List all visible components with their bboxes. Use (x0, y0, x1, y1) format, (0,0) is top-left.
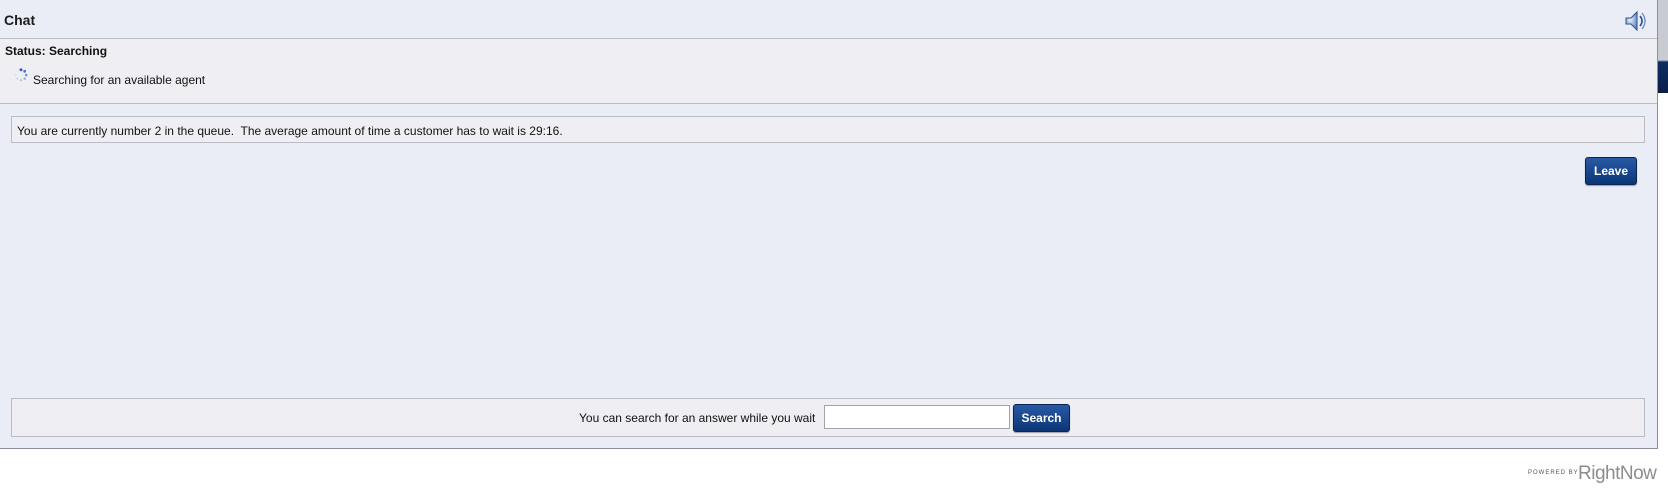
powered-by-label: POWERED BY (1528, 470, 1579, 476)
leave-button[interactable]: Leave (1585, 157, 1637, 185)
speaker-icon[interactable] (1622, 8, 1648, 34)
status-area: Status: Searching Searching for an avail… (0, 39, 1657, 104)
queue-message: You are currently number 2 in the queue.… (17, 124, 563, 138)
search-label: You can search for an answer while you w… (579, 411, 816, 425)
loading-spinner-icon (14, 68, 28, 82)
status-label: Status: Searching (5, 44, 108, 58)
search-button[interactable]: Search (1013, 404, 1070, 432)
status-message: Searching for an available agent (33, 73, 206, 87)
chat-panel: Chat Status: Searching Searching for an … (0, 0, 1658, 449)
search-area: You can search for an answer while you w… (11, 398, 1645, 437)
search-input[interactable] (824, 405, 1010, 429)
chat-title: Chat (4, 12, 36, 28)
chat-header: Chat (0, 0, 1657, 39)
rightnow-logo: RightNow (1578, 463, 1657, 484)
background-strip (1658, 0, 1668, 93)
queue-info-box: You are currently number 2 in the queue.… (11, 116, 1645, 143)
